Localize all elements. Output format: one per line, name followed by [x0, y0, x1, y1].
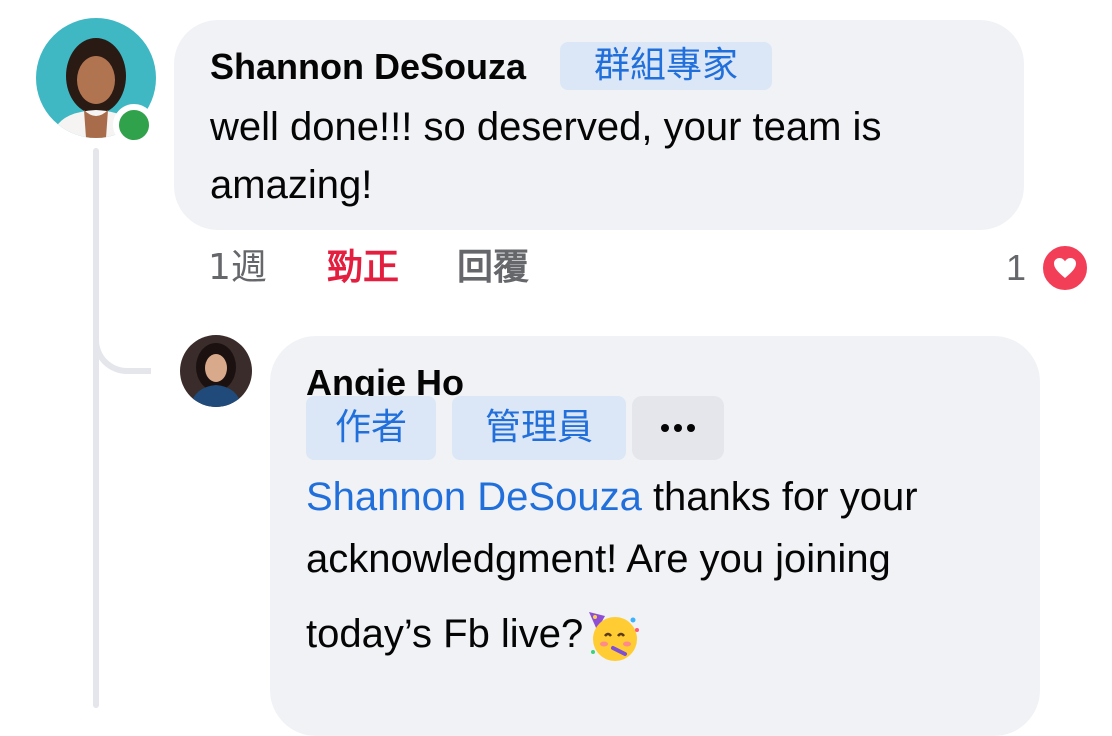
avatar[interactable] — [180, 335, 252, 407]
author-badge[interactable]: 作者 — [306, 396, 436, 460]
reply-text-line3-wrap: today’s Fb live? — [306, 602, 1026, 666]
reply-text: Shannon DeSouza thanks for your — [306, 468, 1026, 526]
mention-link[interactable]: Shannon DeSouza — [306, 475, 642, 519]
online-status-icon — [113, 104, 155, 146]
like-button[interactable]: 勁正 — [327, 246, 399, 290]
more-icon[interactable] — [632, 396, 724, 460]
comment-text: well done!!! so deserved, your team is a… — [210, 105, 882, 207]
group-expert-badge[interactable]: 群組專家 — [560, 42, 772, 90]
reply-button[interactable]: 回覆 — [457, 246, 529, 290]
comment-author[interactable]: Shannon DeSouza — [210, 46, 526, 88]
thread-connector — [93, 300, 151, 374]
reply-text-line1: thanks for your — [641, 475, 918, 519]
reply-text-line2: acknowledgment! Are you joining — [306, 537, 891, 581]
partying-face-emoji — [585, 608, 641, 664]
thread-line — [93, 148, 99, 708]
admin-badge[interactable]: 管理員 — [452, 396, 626, 460]
comment-time[interactable]: 1週 — [208, 246, 267, 290]
heart-reaction-icon[interactable] — [1040, 243, 1090, 293]
reaction-count[interactable]: 1 — [1006, 246, 1026, 290]
reply-text-line3: today’s Fb live? — [306, 612, 584, 656]
